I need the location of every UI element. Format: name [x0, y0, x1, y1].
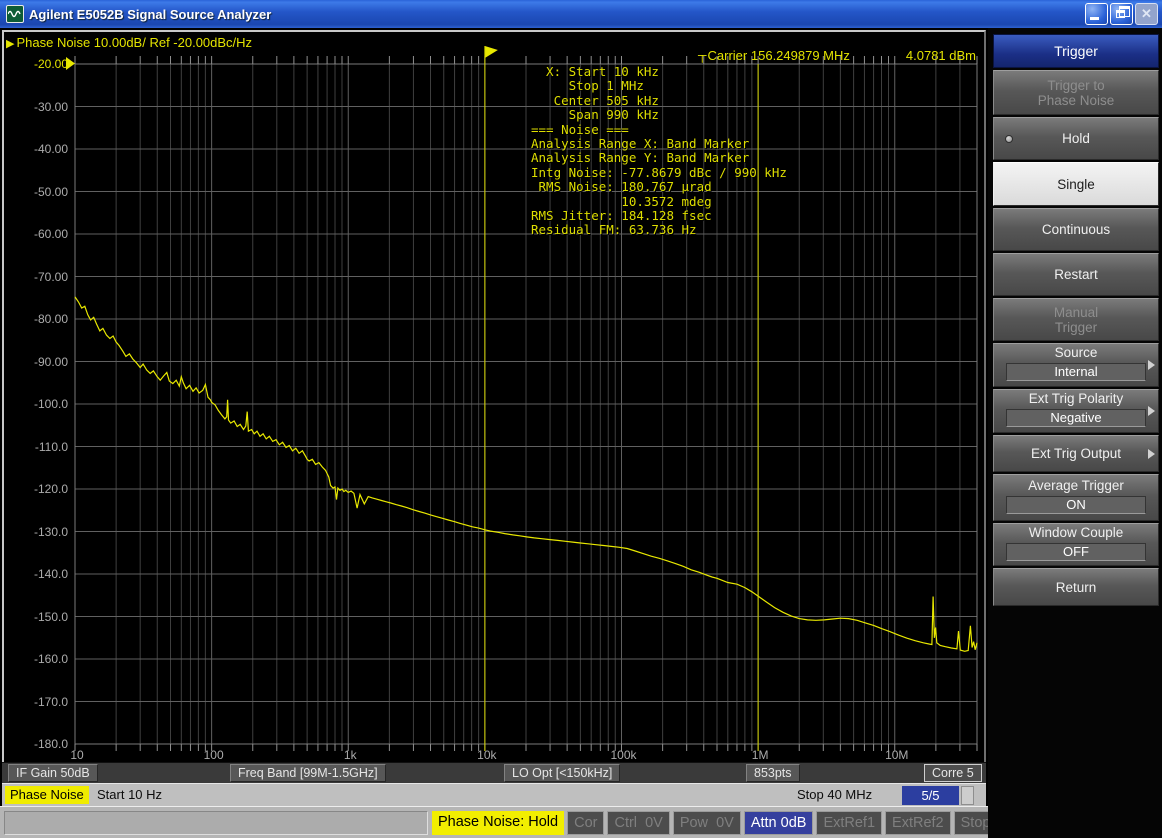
y-axis-label: -140.0 — [12, 567, 68, 581]
titlebar: Agilent E5052B Signal Source Analyzer ✕ — [0, 0, 1162, 28]
y-axis-label: -90.00 — [12, 355, 68, 369]
y-axis-label: -110.0 — [12, 440, 68, 454]
softkey-single[interactable]: Single — [993, 162, 1159, 206]
y-axis-label: -20.00 — [12, 57, 68, 71]
mode-badge: Phase Noise — [5, 786, 89, 804]
y-axis-label: -170.0 — [12, 695, 68, 709]
app-icon — [6, 5, 24, 23]
submenu-arrow-icon — [1148, 449, 1155, 459]
minimize-icon — [1090, 17, 1099, 20]
active-trace-icon: ▶ — [6, 38, 14, 50]
softkey-source[interactable]: Source Internal — [993, 343, 1159, 387]
average-trigger-value: ON — [1006, 496, 1146, 514]
page-spacer — [961, 786, 974, 805]
softkey-manual-trigger: Manual Trigger — [993, 298, 1159, 341]
softkey-return[interactable]: Return — [993, 568, 1159, 606]
softkey-restart[interactable]: Restart — [993, 253, 1159, 296]
window-title: Agilent E5052B Signal Source Analyzer — [29, 7, 271, 22]
points-status: 853pts — [746, 764, 800, 782]
close-icon: ✕ — [1136, 6, 1157, 22]
ext-trig-polarity-value: Negative — [1006, 409, 1146, 427]
carrier-power: 4.0781 dBm — [906, 48, 976, 63]
carrier-frequency: 156.249879 MHz — [751, 48, 850, 63]
measurement-display — [2, 30, 986, 806]
taskbar-ctrl-indicator: Ctrl 0V — [607, 811, 669, 835]
app-window: Agilent E5052B Signal Source Analyzer ✕ … — [0, 0, 1162, 838]
lo-opt-status: LO Opt [<150kHz] — [504, 764, 620, 782]
carrier-label: Carrier — [708, 48, 748, 63]
softkey-hold[interactable]: Hold — [993, 117, 1159, 160]
trace-header: ▶Phase Noise 10.00dB/ Ref -20.00dBc/Hz — [6, 35, 252, 50]
submenu-arrow-icon — [1148, 360, 1155, 370]
taskbar-tray — [4, 811, 428, 835]
softkey-trigger-to-phase-noise: Trigger to Phase Noise — [993, 70, 1159, 115]
x-axis-label: 10k — [457, 748, 517, 762]
status-row-settings: IF Gain 50dB Freq Band [99M-1.5GHz] LO O… — [2, 762, 986, 783]
minimize-button[interactable] — [1085, 3, 1108, 25]
y-axis-label: -160.0 — [12, 652, 68, 666]
y-axis-label: -50.00 — [12, 185, 68, 199]
taskbar-pow-indicator: Pow 0V — [673, 811, 741, 835]
x-axis-label: 100k — [593, 748, 653, 762]
status-row-sweep: Phase Noise Start 10 Hz Stop 40 MHz 5/5 — [2, 783, 986, 806]
taskbar-extref1-indicator: ExtRef1 — [816, 811, 882, 835]
freq-band-status: Freq Band [99M-1.5GHz] — [230, 764, 386, 782]
softkey-sidebar: Trigger Trigger to Phase Noise Hold Sing… — [988, 28, 1162, 838]
softkey-ext-trig-polarity[interactable]: Ext Trig Polarity Negative — [993, 389, 1159, 433]
taskbar-measurement-status: Phase Noise: Hold — [432, 811, 564, 835]
sweep-stop: Stop 40 MHz — [797, 787, 872, 802]
y-axis-label: -100.0 — [12, 397, 68, 411]
submenu-arrow-icon — [1148, 406, 1155, 416]
close-button: ✕ — [1135, 3, 1158, 25]
taskbar-extref2-indicator: ExtRef2 — [885, 811, 951, 835]
softkey-ext-trig-output[interactable]: Ext Trig Output — [993, 435, 1159, 472]
taskbar-cor-indicator: Cor — [567, 811, 604, 835]
y-axis-label: -150.0 — [12, 610, 68, 624]
window-couple-value: OFF — [1006, 543, 1146, 561]
restore-button[interactable] — [1110, 3, 1133, 25]
y-axis-label: -130.0 — [12, 525, 68, 539]
page-indicator: 5/5 — [902, 786, 959, 805]
x-axis-label: 10 — [47, 748, 107, 762]
softkey-menu-title: Trigger — [993, 34, 1159, 68]
x-axis-label: 1k — [320, 748, 380, 762]
softkey-continuous[interactable]: Continuous — [993, 208, 1159, 251]
x-axis-label: 1M — [730, 748, 790, 762]
correction-status: Corre 5 — [924, 764, 982, 782]
x-axis-label: 100 — [184, 748, 244, 762]
info-panel: X: Start 10 kHz Stop 1 MHz Center 505 kH… — [531, 65, 787, 238]
y-axis-label: -70.00 — [12, 270, 68, 284]
y-axis-label: -80.00 — [12, 312, 68, 326]
trace-header-label: Phase Noise 10.00dB/ Ref -20.00dBc/Hz — [16, 35, 252, 50]
carrier-marker-icon: ┬ — [698, 48, 707, 63]
softkey-window-couple[interactable]: Window Couple OFF — [993, 523, 1159, 566]
y-axis-label: -30.00 — [12, 100, 68, 114]
sweep-start: Start 10 Hz — [97, 787, 162, 802]
y-axis-label: -60.00 — [12, 227, 68, 241]
if-gain-status: IF Gain 50dB — [8, 764, 98, 782]
source-value: Internal — [1006, 363, 1146, 381]
softkey-average-trigger[interactable]: Average Trigger ON — [993, 474, 1159, 521]
taskbar-attn-indicator: Attn 0dB — [744, 811, 814, 835]
x-axis-label: 10M — [867, 748, 927, 762]
y-axis-label: -120.0 — [12, 482, 68, 496]
y-axis-label: -40.00 — [12, 142, 68, 156]
carrier-readout: ┬ Carrier 156.249879 MHz 4.0781 dBm — [698, 48, 976, 63]
restore-icon — [1116, 10, 1125, 18]
radio-selected-icon — [1005, 135, 1013, 143]
